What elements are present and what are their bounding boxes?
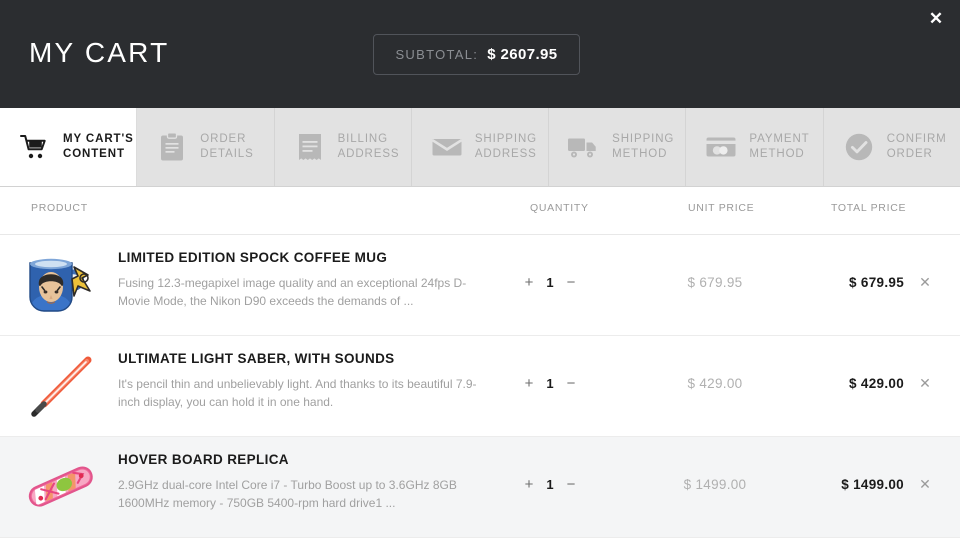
tab-label: SHIPPING ADDRESS bbox=[475, 132, 537, 162]
product-name: HOVER BOARD REPLICA bbox=[118, 452, 289, 467]
quantity-value: 1 bbox=[546, 477, 554, 492]
tab-label: CONFIRM ORDER bbox=[887, 132, 947, 162]
tab-shipping-address[interactable]: SHIPPING ADDRESS bbox=[412, 108, 549, 186]
clipboard-icon bbox=[155, 130, 189, 164]
unit-price: $ 1499.00 bbox=[660, 477, 770, 492]
cart-rows: LIMITED EDITION SPOCK COFFEE MUG Fusing … bbox=[0, 235, 960, 550]
spock-mug-thumbnail bbox=[22, 247, 100, 323]
column-header-quantity: QUANTITY bbox=[530, 202, 589, 214]
tab-order-details[interactable]: ORDER DETAILS bbox=[137, 108, 274, 186]
truck-icon bbox=[567, 130, 601, 164]
credit-card-icon bbox=[704, 130, 738, 164]
quantity-stepper[interactable]: + 1 − bbox=[524, 376, 576, 391]
hover-board-thumbnail bbox=[22, 449, 100, 525]
quantity-stepper[interactable]: + 1 − bbox=[524, 275, 576, 290]
tab-confirm-order[interactable]: CONFIRM ORDER bbox=[824, 108, 960, 186]
tab-payment-method[interactable]: PAYMENT METHOD bbox=[686, 108, 823, 186]
cart-modal: MY CART SUBTOTAL: $ 2607.95 ✕ MY CART'S … bbox=[0, 0, 960, 550]
subtotal-box: SUBTOTAL: $ 2607.95 bbox=[373, 34, 580, 75]
receipt-icon bbox=[293, 130, 327, 164]
quantity-increase-button[interactable]: + bbox=[524, 376, 534, 391]
column-header-total-price: TOTAL PRICE bbox=[831, 202, 906, 214]
quantity-stepper[interactable]: + 1 − bbox=[524, 477, 576, 492]
quantity-increase-button[interactable]: + bbox=[524, 477, 534, 492]
tab-shipping-method[interactable]: SHIPPING METHOD bbox=[549, 108, 686, 186]
table-row[interactable]: ULTIMATE LIGHT SABER, WITH SOUNDS It's p… bbox=[0, 336, 960, 437]
close-icon[interactable]: ✕ bbox=[922, 4, 950, 32]
product-description: Fusing 12.3-megapixel image quality and … bbox=[118, 274, 478, 310]
tab-my-carts-content[interactable]: MY CART'S CONTENT bbox=[0, 108, 137, 186]
tab-billing-address[interactable]: BILLING ADDRESS bbox=[275, 108, 412, 186]
product-name: LIMITED EDITION SPOCK COFFEE MUG bbox=[118, 250, 387, 265]
unit-price: $ 679.95 bbox=[660, 275, 770, 290]
total-price: $ 429.00 bbox=[800, 376, 904, 391]
quantity-decrease-button[interactable]: − bbox=[566, 477, 576, 492]
quantity-value: 1 bbox=[546, 376, 554, 391]
product-description: 2.9GHz dual-core Intel Core i7 - Turbo B… bbox=[118, 476, 478, 512]
tab-label: ORDER DETAILS bbox=[200, 132, 253, 162]
column-header-unit-price: UNIT PRICE bbox=[688, 202, 754, 214]
shopping-cart-icon bbox=[18, 130, 52, 164]
quantity-increase-button[interactable]: + bbox=[524, 275, 534, 290]
page-title: MY CART bbox=[29, 36, 169, 70]
quantity-decrease-button[interactable]: − bbox=[566, 275, 576, 290]
envelope-icon bbox=[430, 130, 464, 164]
column-header-product: PRODUCT bbox=[31, 202, 88, 214]
quantity-value: 1 bbox=[546, 275, 554, 290]
subtotal-label: SUBTOTAL: bbox=[395, 47, 478, 62]
quantity-decrease-button[interactable]: − bbox=[566, 376, 576, 391]
unit-price: $ 429.00 bbox=[660, 376, 770, 391]
light-saber-thumbnail bbox=[22, 348, 100, 424]
checkout-steps: MY CART'S CONTENT ORDER DETAILS bbox=[0, 108, 960, 187]
remove-item-icon[interactable]: ✕ bbox=[916, 475, 934, 493]
total-price: $ 1499.00 bbox=[800, 477, 904, 492]
product-name: ULTIMATE LIGHT SABER, WITH SOUNDS bbox=[118, 351, 395, 366]
product-description: It's pencil thin and unbelievably light.… bbox=[118, 375, 478, 411]
cart-table-header: PRODUCT QUANTITY UNIT PRICE TOTAL PRICE bbox=[0, 187, 960, 235]
check-circle-icon bbox=[842, 130, 876, 164]
table-row[interactable]: HOVER BOARD REPLICA 2.9GHz dual-core Int… bbox=[0, 437, 960, 538]
tab-label: PAYMENT METHOD bbox=[749, 132, 809, 162]
tab-label: SHIPPING METHOD bbox=[612, 132, 674, 162]
subtotal-value: $ 2607.95 bbox=[487, 46, 557, 63]
tab-label: BILLING ADDRESS bbox=[338, 132, 400, 162]
table-row[interactable]: LIMITED EDITION SPOCK COFFEE MUG Fusing … bbox=[0, 235, 960, 336]
tab-label: MY CART'S CONTENT bbox=[63, 132, 134, 162]
remove-item-icon[interactable]: ✕ bbox=[916, 273, 934, 291]
total-price: $ 679.95 bbox=[800, 275, 904, 290]
cart-header: MY CART SUBTOTAL: $ 2607.95 ✕ bbox=[0, 0, 960, 108]
remove-item-icon[interactable]: ✕ bbox=[916, 374, 934, 392]
